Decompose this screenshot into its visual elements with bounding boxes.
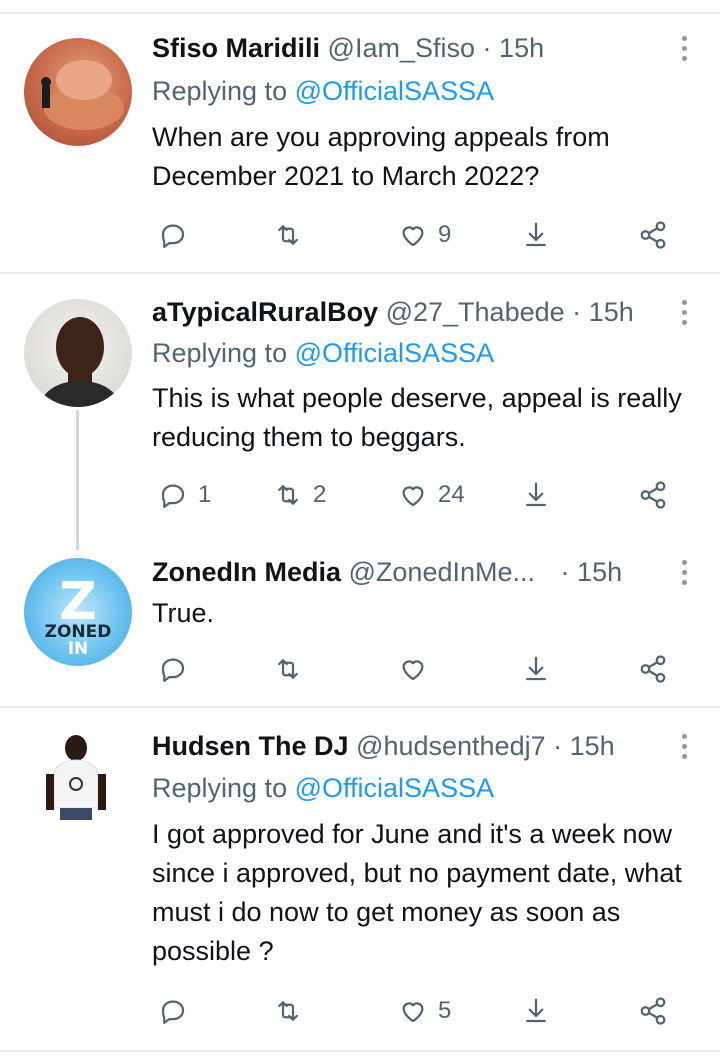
- reply-icon: [161, 224, 185, 248]
- like-icon: [402, 660, 424, 681]
- replying-mention[interactable]: @OfficialSASSA: [295, 338, 494, 368]
- replying-prefix: Replying to: [152, 773, 288, 803]
- reply-icon: [161, 484, 185, 508]
- tweet-text: When are you approving appeals from Dece…: [152, 122, 610, 191]
- share-icon: [526, 222, 546, 247]
- avatar-image: [46, 735, 106, 820]
- network-share-button[interactable]: [638, 991, 668, 1031]
- separator-dot: ·: [553, 731, 563, 761]
- network-share-button[interactable]: [638, 475, 668, 515]
- network-share-button[interactable]: [638, 215, 668, 255]
- like-icon: [402, 226, 424, 247]
- more-icon[interactable]: [678, 300, 690, 328]
- tweet-1[interactable]: Sfiso Maridili @Iam_Sfiso · 15h Replying…: [0, 0, 720, 272]
- action-bar: 9: [0, 215, 720, 255]
- divider: [0, 1050, 720, 1052]
- timestamp[interactable]: 15h: [570, 731, 615, 761]
- retweet-count: 2: [313, 481, 327, 508]
- avatar[interactable]: [24, 732, 132, 840]
- replying-prefix: Replying to: [152, 76, 288, 106]
- tweet-text: I got approved for June and it's a week …: [152, 819, 682, 966]
- user-handle[interactable]: @Iam_Sfiso: [328, 33, 475, 63]
- tweet-text: This is what people deserve, appeal is r…: [152, 383, 682, 452]
- avatar-image: [38, 317, 122, 407]
- user-handle[interactable]: @hudsenthedj7: [356, 731, 546, 761]
- share-button[interactable]: [521, 475, 551, 515]
- replying-to: Replying to @OfficialSASSA: [152, 770, 494, 806]
- tweet-4[interactable]: Hudsen The DJ @hudsenthedj7 · 15h Replyi…: [0, 708, 720, 1048]
- like-count: 5: [438, 997, 452, 1024]
- reply-button[interactable]: 1: [158, 475, 211, 515]
- timestamp[interactable]: 15h: [499, 33, 544, 63]
- separator-dot: ·: [560, 557, 570, 587]
- replying-prefix: Replying to: [152, 338, 288, 368]
- replying-mention[interactable]: @OfficialSASSA: [295, 773, 494, 803]
- retweet-button[interactable]: 2: [273, 475, 326, 515]
- tweet-text: True.: [152, 598, 215, 628]
- thread-line: [76, 410, 79, 550]
- display-name[interactable]: Hudsen The DJ: [152, 731, 349, 761]
- user-handle[interactable]: @ZonedInMe...: [349, 557, 536, 587]
- share-button[interactable]: [521, 991, 551, 1031]
- more-icon[interactable]: [678, 734, 690, 762]
- more-icon[interactable]: [678, 560, 690, 588]
- retweet-icon: [278, 225, 298, 245]
- tweet-2[interactable]: aTypicalRuralBoy @27_Thabede · 15h Reply…: [0, 274, 720, 534]
- share-button[interactable]: [521, 649, 551, 689]
- share-icon: [526, 998, 546, 1023]
- avatar[interactable]: [24, 38, 132, 146]
- tweet-3[interactable]: Z ZONED IN ZonedIn Media @ZonedInMe... ·…: [0, 534, 720, 706]
- timestamp[interactable]: 15h: [577, 557, 622, 587]
- tweet-header: Hudsen The DJ @hudsenthedj7 · 15h: [152, 728, 660, 764]
- reply-icon: [161, 1000, 185, 1024]
- network-share-icon: [640, 997, 666, 1025]
- retweet-button[interactable]: [273, 215, 313, 255]
- retweet-icon: [278, 485, 298, 505]
- replying-to: Replying to @OfficialSASSA: [152, 335, 494, 371]
- more-icon[interactable]: [678, 36, 690, 64]
- separator-dot: ·: [482, 33, 492, 63]
- display-name[interactable]: aTypicalRuralBoy: [152, 297, 378, 327]
- like-button[interactable]: 9: [398, 215, 451, 255]
- display-name[interactable]: ZonedIn Media: [152, 557, 341, 587]
- avatar[interactable]: [24, 299, 132, 407]
- replying-to: Replying to @OfficialSASSA: [152, 73, 494, 109]
- share-button[interactable]: [521, 215, 551, 255]
- separator-dot: ·: [572, 297, 582, 327]
- retweet-icon: [278, 659, 298, 679]
- tweet-header: Sfiso Maridili @Iam_Sfiso · 15h: [152, 30, 660, 66]
- like-icon: [402, 1002, 424, 1023]
- like-icon: [402, 486, 424, 507]
- action-bar: 5: [0, 991, 720, 1031]
- display-name[interactable]: Sfiso Maridili: [152, 33, 320, 63]
- share-icon: [526, 656, 546, 681]
- reply-button[interactable]: [158, 649, 198, 689]
- user-handle[interactable]: @27_Thabede: [386, 297, 565, 327]
- like-count: 24: [438, 481, 465, 508]
- like-count: 9: [438, 221, 452, 248]
- tweet-header: ZonedIn Media @ZonedInMe... · 15h: [152, 554, 660, 590]
- retweet-button[interactable]: [273, 991, 313, 1031]
- retweet-button[interactable]: [273, 649, 313, 689]
- like-button[interactable]: [398, 649, 438, 689]
- reply-count: 1: [198, 481, 212, 508]
- timestamp[interactable]: 15h: [589, 297, 634, 327]
- tweet-header: aTypicalRuralBoy @27_Thabede · 15h: [152, 294, 660, 330]
- action-bar: 1 2 24: [0, 475, 720, 515]
- network-share-icon: [640, 221, 666, 249]
- network-share-button[interactable]: [638, 649, 668, 689]
- network-share-icon: [640, 655, 666, 683]
- action-bar: [0, 649, 720, 689]
- reply-button[interactable]: [158, 215, 198, 255]
- network-share-icon: [640, 481, 666, 509]
- reply-button[interactable]: [158, 991, 198, 1031]
- replying-mention[interactable]: @OfficialSASSA: [295, 76, 494, 106]
- like-button[interactable]: 24: [398, 475, 465, 515]
- share-icon: [526, 482, 546, 507]
- avatar-image: [41, 60, 124, 130]
- retweet-icon: [278, 1001, 298, 1021]
- reply-icon: [161, 658, 185, 682]
- like-button[interactable]: 5: [398, 991, 451, 1031]
